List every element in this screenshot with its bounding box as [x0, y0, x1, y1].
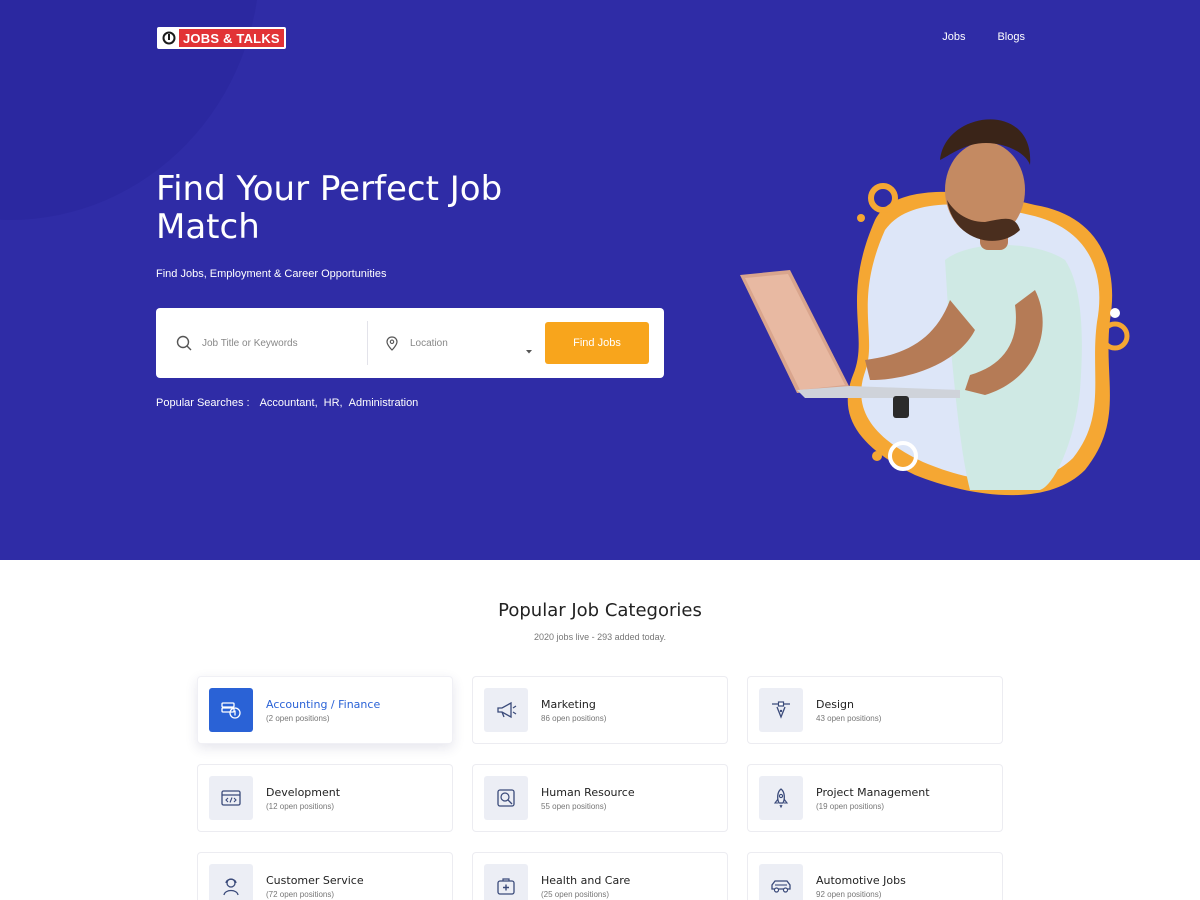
- popular-search-administration[interactable]: Administration: [349, 397, 419, 409]
- categories-subtitle: 2020 jobs live - 293 added today.: [534, 632, 666, 642]
- category-card-customer-service[interactable]: Customer Service (72 open positions): [197, 852, 453, 900]
- category-card-marketing[interactable]: Marketing 86 open positions): [472, 676, 728, 744]
- chevron-down-icon[interactable]: [525, 340, 533, 359]
- categories-title: Popular Job Categories: [498, 600, 702, 621]
- hero-subtitle: Find Jobs, Employment & Career Opportuni…: [156, 268, 387, 280]
- category-card-human-resource[interactable]: Human Resource 55 open positions): [472, 764, 728, 832]
- category-card-development[interactable]: Development (12 open positions): [197, 764, 453, 832]
- job-search-bar: Find Jobs: [156, 308, 664, 378]
- category-count: (25 open positions): [541, 889, 610, 899]
- category-grid: Accounting / Finance (2 open positions) …: [197, 676, 1003, 900]
- location-pin-icon: [386, 335, 398, 351]
- category-name: Automotive Jobs: [816, 873, 906, 887]
- category-name: Development: [266, 785, 341, 799]
- person-search-icon: [484, 776, 528, 820]
- category-name: Project Management: [816, 785, 930, 799]
- category-name: Health and Care: [541, 873, 631, 887]
- headset-agent-icon: [209, 864, 253, 900]
- finance-icon: [209, 688, 253, 732]
- nav-link-blogs[interactable]: Blogs: [997, 31, 1025, 43]
- hero-section: JOBS & TALKS Jobs Blogs Find Your Perfec…: [0, 0, 1200, 560]
- popular-search-accountant[interactable]: Accountant,: [260, 397, 318, 409]
- nav-link-jobs[interactable]: Jobs: [942, 31, 965, 43]
- code-window-icon: [209, 776, 253, 820]
- category-count: 86 open positions): [541, 713, 607, 723]
- find-jobs-button[interactable]: Find Jobs: [545, 322, 649, 364]
- category-name: Marketing: [541, 697, 596, 711]
- medical-kit-icon: [484, 864, 528, 900]
- category-count: 43 open positions): [816, 713, 882, 723]
- category-card-design[interactable]: Design 43 open positions): [747, 676, 1003, 744]
- top-nav: Jobs Blogs: [942, 31, 1025, 43]
- popular-searches: Popular Searches : Accountant, HR, Admin…: [156, 397, 418, 409]
- category-card-health-and-care[interactable]: Health and Care (25 open positions): [472, 852, 728, 900]
- pen-tool-icon: [759, 688, 803, 732]
- location-field[interactable]: [368, 321, 542, 365]
- popular-searches-label: Popular Searches :: [156, 397, 250, 409]
- keyword-field: [156, 321, 368, 365]
- category-card-project-management[interactable]: Project Management (19 open positions): [747, 764, 1003, 832]
- hero-illustration: [735, 90, 1155, 510]
- popular-search-hr[interactable]: HR,: [324, 397, 343, 409]
- category-count: (2 open positions): [266, 713, 330, 723]
- hero-title: Find Your Perfect Job Match: [156, 169, 503, 247]
- site-logo[interactable]: JOBS & TALKS: [157, 27, 286, 49]
- car-icon: [759, 864, 803, 900]
- category-count: (12 open positions): [266, 801, 335, 811]
- category-count: 55 open positions): [541, 801, 607, 811]
- rocket-icon: [759, 776, 803, 820]
- location-input[interactable]: [410, 337, 542, 349]
- category-name: Human Resource: [541, 785, 635, 799]
- logo-text: JOBS & TALKS: [183, 30, 280, 46]
- category-count: 92 open positions): [816, 889, 882, 899]
- keyword-input[interactable]: [202, 337, 342, 349]
- category-count: (19 open positions): [816, 801, 885, 811]
- megaphone-icon: [484, 688, 528, 732]
- category-name: Customer Service: [266, 873, 364, 887]
- search-icon: [176, 335, 192, 351]
- category-count: (72 open positions): [266, 889, 335, 899]
- category-name: Accounting / Finance: [266, 697, 381, 711]
- category-name: Design: [816, 697, 854, 711]
- logo-mark-icon: [159, 29, 179, 47]
- category-card-automotive[interactable]: Automotive Jobs 92 open positions): [747, 852, 1003, 900]
- category-card-accounting[interactable]: Accounting / Finance (2 open positions): [197, 676, 453, 744]
